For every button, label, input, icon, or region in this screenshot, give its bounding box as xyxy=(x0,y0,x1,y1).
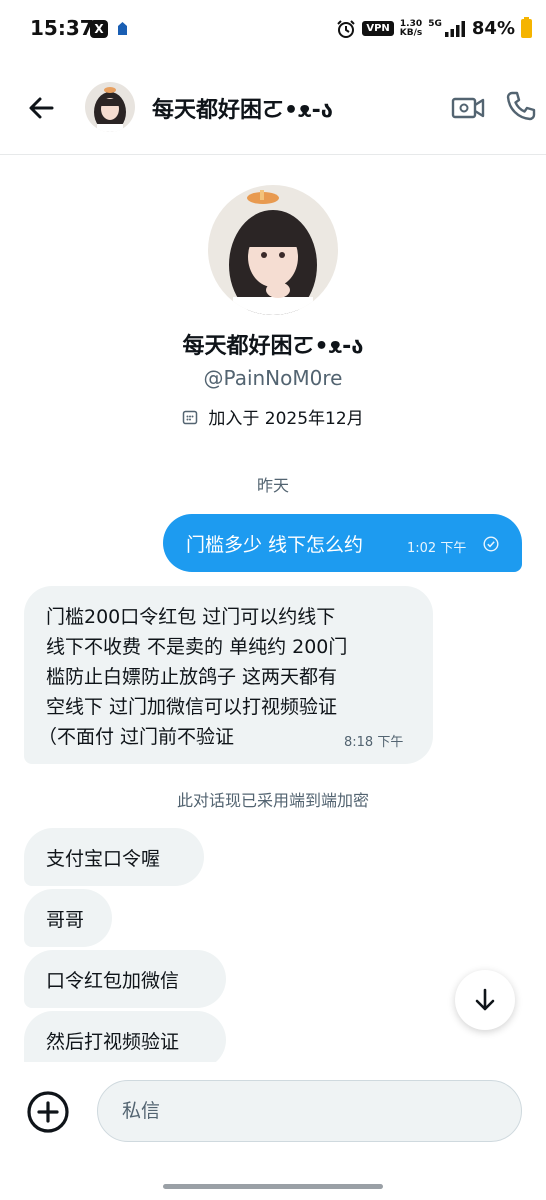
profile-avatar[interactable] xyxy=(208,185,338,315)
message-time: 1:02 下午 xyxy=(407,541,467,556)
message-line: 线下不收费 不是卖的 单纯约 200门 xyxy=(46,636,348,658)
calendar-icon xyxy=(183,410,198,424)
status-time: 15:37 xyxy=(30,16,94,40)
video-camera-icon[interactable] xyxy=(450,90,486,126)
network-speed: 1.30 KB/s xyxy=(399,18,423,38)
message-text: 门槛多少 线下怎么约 xyxy=(186,534,364,556)
message-text: 支付宝口令喔 xyxy=(46,848,161,870)
sent-check-icon xyxy=(483,536,499,552)
encryption-note[interactable]: 此对话现已采用端到端加密 xyxy=(0,787,546,811)
arrow-down-icon xyxy=(475,988,495,1011)
incoming-message[interactable]: 支付宝口令喔 xyxy=(24,828,204,886)
incoming-message[interactable]: 门槛200口令红包 过门可以约线下 线下不收费 不是卖的 单纯约 200门 槛防… xyxy=(24,586,433,764)
profile-joined: 加入于 2025年12月 xyxy=(0,404,546,429)
alarm-icon xyxy=(337,19,356,38)
battery-percent: 84% xyxy=(471,18,515,39)
plus-circle-icon[interactable] xyxy=(26,1090,70,1134)
network-type: 5G xyxy=(428,19,442,29)
scroll-to-bottom-button[interactable] xyxy=(455,970,515,1030)
profile-name: 每天都好困ㄛ•ᴥ-ა xyxy=(182,334,364,359)
message-time: 8:18 下午 xyxy=(344,735,404,750)
message-text: 然后打视频验证 xyxy=(46,1031,180,1053)
joined-text: 加入于 2025年12月 xyxy=(208,409,364,429)
date-separator: 昨天 xyxy=(256,476,289,495)
profile-handle[interactable]: @PainNoM0re xyxy=(0,366,546,390)
status-bar: 15:37 X VPN 1.30 KB/s 5G 84% xyxy=(0,0,546,60)
vpn-badge: VPN xyxy=(362,21,394,36)
message-text: 哥哥 xyxy=(46,909,85,931)
message-text: 口令红包加微信 xyxy=(46,970,180,992)
message-composer xyxy=(0,1062,546,1200)
incoming-message[interactable]: 然后打视频验证 xyxy=(24,1011,226,1069)
avatar[interactable] xyxy=(85,82,135,132)
x-app-icon: X xyxy=(90,20,108,38)
phone-icon[interactable] xyxy=(503,88,539,124)
outgoing-message[interactable]: 门槛多少 线下怎么约 1:02 下午 xyxy=(163,514,522,572)
page-title[interactable]: 每天都好困ㄛ•ᴥ-ა xyxy=(152,92,333,124)
dm-input[interactable] xyxy=(97,1080,522,1142)
signal-icon xyxy=(444,21,465,37)
home-indicator[interactable] xyxy=(163,1184,383,1189)
incoming-message[interactable]: 口令红包加微信 xyxy=(24,950,226,1008)
message-line: 门槛200口令红包 过门可以约线下 xyxy=(46,606,336,628)
status-indicators: VPN 1.30 KB/s 5G 84% xyxy=(336,17,532,39)
arrow-left-icon[interactable] xyxy=(22,88,62,128)
message-line: 空线下 过门加微信可以打视频验证 xyxy=(46,696,338,718)
message-line: （不面付 过门前不验证 xyxy=(38,726,235,748)
signal-block: 5G xyxy=(428,20,466,37)
battery-icon xyxy=(521,17,532,38)
incoming-message[interactable]: 哥哥 xyxy=(24,889,112,947)
message-line: 槛防止白嫖防止放鸽子 这两天都有 xyxy=(46,666,338,688)
notification-app-icon xyxy=(118,22,127,35)
conversation-header: 每天都好困ㄛ•ᴥ-ა xyxy=(0,60,546,155)
